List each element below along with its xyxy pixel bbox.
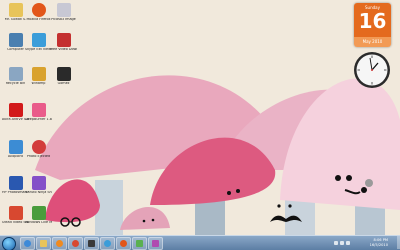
start-button[interactable] [2,237,16,250]
media-player-icon [56,240,63,247]
taskbar-media-player-button[interactable] [52,237,67,250]
taskbar-skype-button[interactable] [100,237,115,250]
photo-icon [31,140,46,154]
video-icon [8,206,23,220]
burner-icon [31,103,46,117]
tray-clock[interactable]: 8:06 PM 16/5/2010 [370,238,388,248]
desktop-icon-picasa[interactable]: Picasa3 Image [50,3,77,22]
taskbar-chrome-button[interactable] [68,237,83,250]
taskbar-ie-button[interactable] [20,237,35,250]
avira-icon [8,103,23,117]
desktop-icon-skype-ext[interactable]: Skype Ext Viewer [25,33,52,52]
user-folder-icon [8,3,23,17]
desktop: Mr. Goltak S. Mozilla Firefox Picasa3 Im… [0,0,400,250]
network-icon[interactable] [334,241,338,245]
firefox-icon [120,240,127,247]
system-tray: 8:06 PM 16/5/2010 [334,237,396,249]
taskbar-paint-button[interactable] [148,237,163,250]
desktop-icon-video-downloader[interactable]: Free Video Downloader [50,33,77,52]
taskbar-explorer-button[interactable] [36,237,51,250]
desktop-icon-photo[interactable]: Photo Ejected [25,140,52,159]
taskbar-firefox-button[interactable] [116,237,131,250]
winamp-icon [31,67,46,81]
skype-icon [104,240,111,247]
movie-maker-icon [31,206,46,220]
paint-icon [152,240,159,247]
desktop-icon-naruto[interactable]: Naruto Ninja Shippuden [25,176,52,195]
app-icon [8,140,23,154]
msn-icon [136,240,143,247]
game-icon [31,176,46,190]
calendar-month-year: May 2010 [354,37,391,47]
desktop-icon-firefox[interactable]: Mozilla Firefox [25,3,52,22]
desktop-icon-deepburner[interactable]: DeepBurner 1.8 [25,103,52,122]
flag-icon[interactable] [346,241,350,245]
taskbar-msn-button[interactable] [132,237,147,250]
desktop-icon-movie-maker[interactable]: Windows Live Movie... [25,206,52,225]
calendar-day: 16 [358,9,387,33]
recycle-bin-icon [8,67,23,81]
media-player-icon [56,67,71,81]
picasa-icon [56,3,71,17]
desktop-icon-gomez[interactable]: Gomez [50,67,77,86]
skype-icon [31,33,46,47]
taskbar: 8:06 PM 16/5/2010 [0,235,400,250]
calendar-gadget[interactable]: Sunday 16 May 2010 [354,3,391,47]
taskbar-winamp-button[interactable] [84,237,99,250]
chrome-icon [72,240,79,247]
firefox-icon [31,3,46,17]
downloader-icon [56,33,71,47]
volume-icon[interactable] [340,241,344,245]
hp-icon [8,176,23,190]
winamp-icon [88,240,95,247]
explorer-icon [40,240,47,247]
desktop-icon-winamp[interactable]: Winamp [25,67,52,86]
computer-icon [8,33,23,47]
ie-icon [24,240,31,247]
tray-date: 16/5/2010 [369,243,388,247]
clock-gadget[interactable] [352,50,392,90]
